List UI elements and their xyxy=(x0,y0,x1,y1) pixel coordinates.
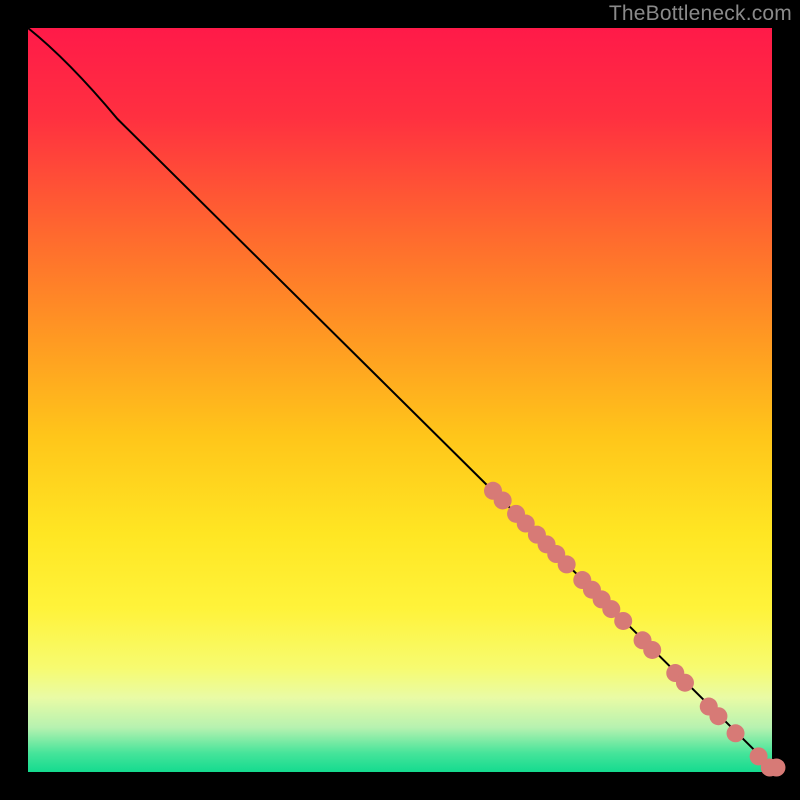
sample-point xyxy=(643,641,661,659)
sample-point xyxy=(558,555,576,573)
sample-point xyxy=(709,707,727,725)
sample-point xyxy=(676,674,694,692)
credit-text: TheBottleneck.com xyxy=(609,2,792,26)
sample-point xyxy=(727,724,745,742)
chart-stage: TheBottleneck.com xyxy=(0,0,800,800)
sample-point xyxy=(767,759,785,777)
sample-point xyxy=(494,491,512,509)
chart-svg xyxy=(0,0,800,800)
sample-point xyxy=(614,612,632,630)
